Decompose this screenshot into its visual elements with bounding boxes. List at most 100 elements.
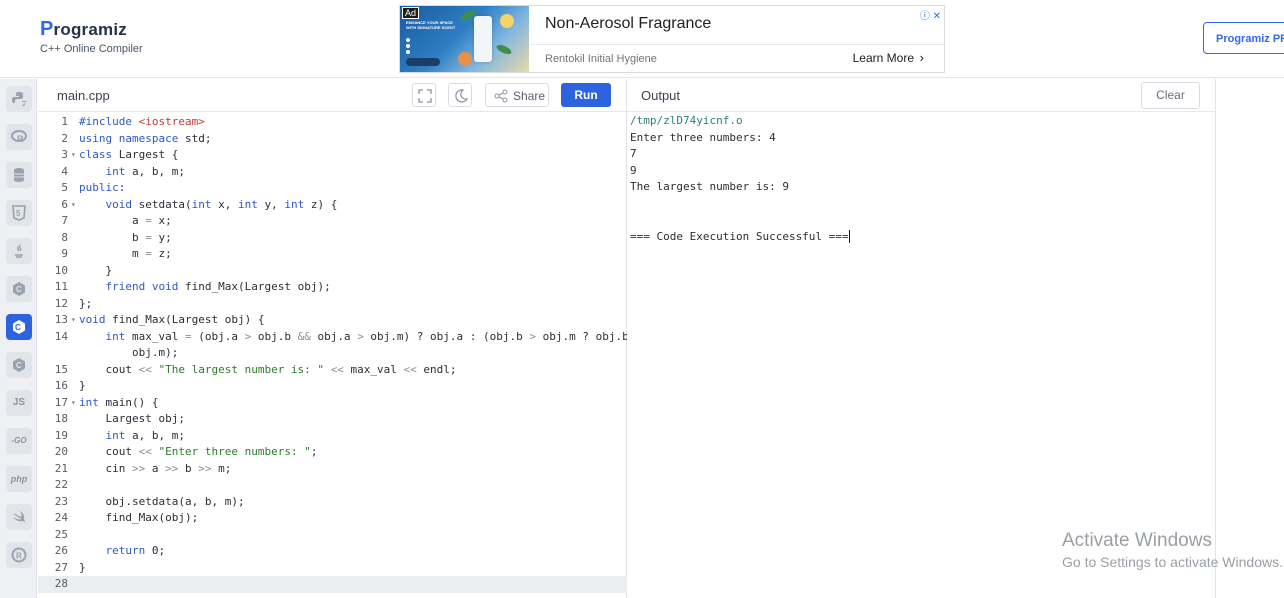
run-button[interactable]: Run <box>561 83 611 107</box>
code-text: Largest obj; <box>79 412 185 425</box>
fold-toggle-icon[interactable]: ▾ <box>71 312 76 329</box>
dark-mode-toggle[interactable] <box>448 83 472 107</box>
code-text: void setdata(int x, int y, int z) { <box>105 197 338 211</box>
watermark-subtitle: Go to Settings to activate Windows. <box>1062 554 1283 570</box>
sql-database-icon[interactable] <box>6 162 32 188</box>
code-text: b = y; <box>79 230 172 244</box>
code-text: using namespace std; <box>79 131 212 145</box>
code-line[interactable]: obj.m); <box>38 345 627 362</box>
ad-divider <box>530 44 944 45</box>
code-line[interactable]: 25 <box>38 527 627 544</box>
code-line[interactable]: 18 Largest obj; <box>38 411 627 428</box>
file-tab[interactable]: main.cpp <box>57 88 110 103</box>
code-line[interactable]: 7 a = x; <box>38 213 627 230</box>
code-line[interactable]: 13 ▾ void find_Max(Largest obj) { <box>38 312 627 329</box>
html5-icon[interactable]: 5 <box>6 200 32 226</box>
code-text: int a, b, m; <box>105 164 185 178</box>
code-line[interactable]: 27} <box>38 560 627 577</box>
javascript-icon[interactable]: JS <box>6 390 32 416</box>
svg-text:R: R <box>17 134 24 144</box>
line-number: 22 <box>54 478 68 491</box>
line-number: 25 <box>54 527 68 541</box>
ad-advertiser[interactable]: Rentokil Initial Hygiene <box>545 53 657 65</box>
code-area[interactable]: 1 #include <iostream> 2 using namespace std… <box>38 113 642 598</box>
rust-icon[interactable]: R <box>6 542 32 568</box>
code-text: #include <iostream> <box>79 115 205 128</box>
ad-badge: Ad <box>402 7 420 19</box>
advertisement-banner[interactable]: ENHANCE YOUR SPACE WITH SIGNATURE SCENT … <box>399 5 945 73</box>
code-line[interactable]: 20 cout << "Enter three numbers: "; <box>38 444 627 461</box>
ad-bullet-dot <box>406 44 410 48</box>
svg-text:5: 5 <box>16 209 21 218</box>
code-text: return 0; <box>105 544 166 557</box>
line-number: 24 <box>54 511 68 524</box>
svg-text:C: C <box>15 323 21 332</box>
code-line[interactable]: 14 int max_val = (obj.a > obj.b && obj.a… <box>38 329 642 346</box>
clear-button[interactable]: Clear <box>1141 82 1200 109</box>
r-language-icon[interactable]: R <box>6 124 32 150</box>
code-text: cout << "Enter three numbers: "; <box>79 445 318 458</box>
ad-title[interactable]: Non-Aerosol Fragrance <box>545 15 711 33</box>
ad-image[interactable]: ENHANCE YOUR SPACE WITH SIGNATURE SCENT … <box>400 6 529 72</box>
code-line[interactable]: 8 b = y; <box>38 230 627 247</box>
code-line[interactable]: 6 ▾ void setdata(int x, int y, int z) { <box>38 197 627 214</box>
fold-toggle-icon[interactable]: ▾ <box>71 395 76 412</box>
java-icon[interactable] <box>6 238 32 264</box>
code-line[interactable]: 15 cout << "The largest number is: " << … <box>38 362 627 379</box>
output-console[interactable]: /tmp/zlD74yicnf.o Enter three numbers: 4 7… <box>630 113 850 245</box>
fold-toggle-icon[interactable]: ▾ <box>71 147 76 164</box>
code-line[interactable]: 19 int a, b, m; <box>38 428 627 445</box>
line-number: 4 <box>61 164 68 178</box>
ad-bullet-dot <box>406 50 410 54</box>
line-number: 3 <box>61 148 68 161</box>
code-line[interactable]: 1 #include <iostream> <box>38 114 627 131</box>
swift-icon[interactable] <box>6 504 32 530</box>
code-line[interactable]: 24 find_Max(obj); <box>38 510 627 527</box>
code-editor-panel: main.cpp Share Run 1 #include <iostream> 2… <box>38 79 642 598</box>
svg-text:C: C <box>16 285 22 294</box>
code-line[interactable]: 16} <box>38 378 627 395</box>
code-text: friend void find_Max(Largest obj); <box>105 280 331 293</box>
code-line[interactable]: 26 return 0; <box>38 543 627 560</box>
text-cursor <box>848 230 850 243</box>
code-line[interactable]: 28 <box>38 576 627 593</box>
ad-learn-more-link[interactable]: Learn More <box>853 51 914 65</box>
code-line[interactable]: 17 ▾ int main() { <box>38 395 627 412</box>
share-button[interactable]: Share <box>485 83 549 107</box>
cpp-language-icon[interactable]: C <box>6 314 32 340</box>
csharp-language-icon[interactable]: C <box>6 352 32 378</box>
code-line[interactable]: 4 int a, b, m; <box>38 164 627 181</box>
python-language-icon[interactable] <box>6 86 32 112</box>
code-line[interactable]: 12}; <box>38 296 627 313</box>
line-number: 19 <box>54 428 68 442</box>
php-icon[interactable]: php <box>6 466 32 492</box>
fold-toggle-icon[interactable]: ▾ <box>71 197 76 214</box>
code-line[interactable]: 11 friend void find_Max(Largest obj); <box>38 279 627 296</box>
code-line[interactable]: 2 using namespace std; <box>38 131 627 148</box>
output-line: Enter three numbers: 4 <box>630 130 776 144</box>
fullscreen-button[interactable] <box>412 83 436 107</box>
output-panel: Output Clear /tmp/zlD74yicnf.o Enter thre… <box>627 79 1216 598</box>
code-line[interactable]: 5 public: <box>38 180 627 197</box>
line-number: 5 <box>61 181 68 194</box>
code-line[interactable]: 10 } <box>38 263 627 280</box>
c-language-icon[interactable]: C <box>6 276 32 302</box>
logo-wordmark: Programiz <box>40 18 143 41</box>
line-number: 12 <box>54 296 68 310</box>
code-line[interactable]: 23 obj.setdata(a, b, m); <box>38 494 627 511</box>
ad-choices-icon[interactable]: ⓘ ✕ <box>920 7 941 22</box>
go-language-icon[interactable]: -GO <box>6 428 32 454</box>
line-number: 7 <box>61 214 68 227</box>
line-number: 16 <box>54 379 68 392</box>
programiz-pro-button[interactable]: Programiz PRO <box>1203 22 1284 54</box>
ad-product-bottle <box>474 16 492 62</box>
code-line[interactable]: 3 ▾ class Largest { <box>38 147 627 164</box>
code-line[interactable]: 21 cin >> a >> b >> m; <box>38 461 627 478</box>
line-number: 1 <box>61 115 68 128</box>
code-line[interactable]: 9 m = z; <box>38 246 627 263</box>
code-line[interactable]: 22 <box>38 477 627 494</box>
programiz-logo[interactable]: Programiz C++ Online Compiler <box>40 18 143 55</box>
line-number: 6 <box>61 197 68 211</box>
ad-flower-decoration <box>500 14 514 28</box>
